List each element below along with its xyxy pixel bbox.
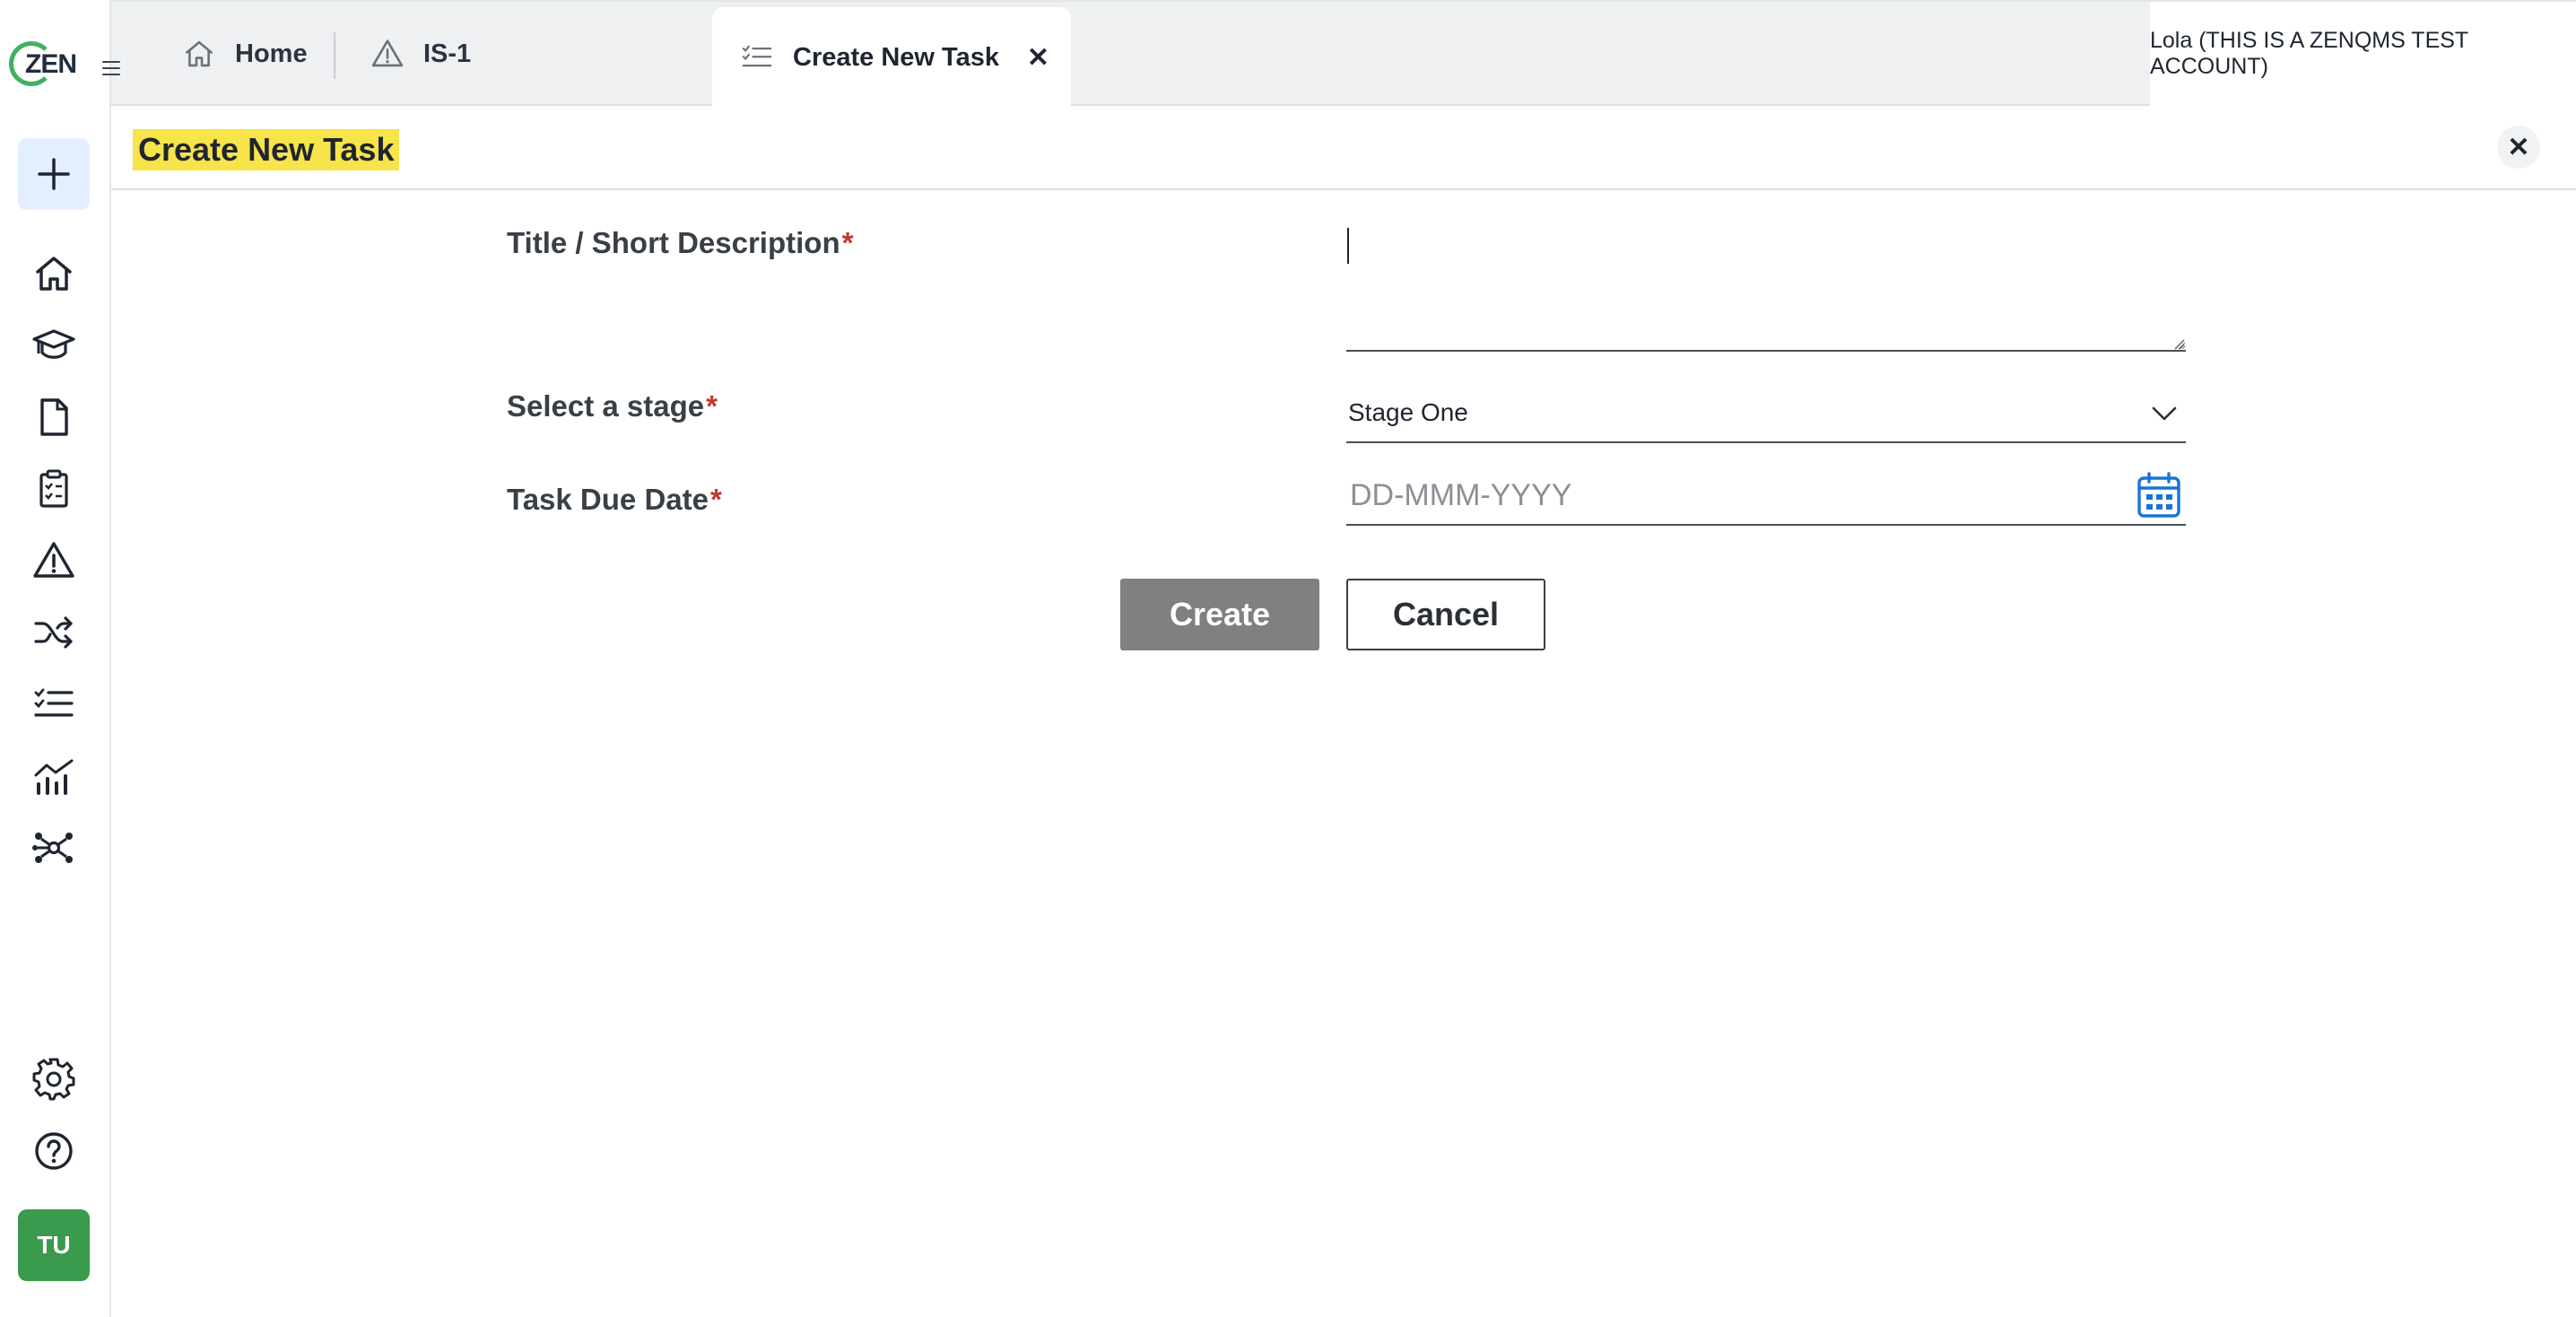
sidebar-item-settings[interactable] [27,1052,81,1106]
sidebar-item-analytics[interactable] [27,749,81,803]
page-title: Create New Task [133,129,400,170]
stage-field-label: Select a stage* [507,389,718,423]
analytics-icon [34,759,74,795]
hamburger-icon [102,61,120,75]
create-button[interactable]: Create [1120,579,1319,650]
due-date-field-label: Task Due Date* [507,483,722,517]
tab-divider [334,32,335,79]
title-textarea[interactable] [1346,217,2186,352]
sidebar-item-documents[interactable] [27,390,81,444]
tab-home[interactable]: Home [181,18,308,90]
user-account-label[interactable]: Lola (THIS IS A ZENQMS TEST ACCOUNT) [2150,2,2576,106]
required-marker: * [709,483,722,516]
shuffle-icon [34,616,73,649]
user-name: Lola (THIS IS A ZENQMS TEST ACCOUNT) [2150,28,2468,79]
text-caret [1347,228,1349,264]
cancel-button[interactable]: Cancel [1346,579,1545,650]
resize-grip-icon[interactable] [2171,336,2185,350]
home-icon [181,36,217,72]
app-logo[interactable]: ZEN [9,39,77,90]
close-page-button[interactable]: ✕ [2497,126,2540,169]
chevron-down-icon [2152,406,2177,421]
required-marker: * [841,226,854,259]
network-icon [32,833,73,863]
sidebar-item-audits[interactable] [27,462,81,516]
task-list-icon [739,39,775,75]
warning-icon [33,542,74,578]
tab-bar: Home IS-1 Create New Task ✕ Lola (THIS I… [111,0,2576,108]
label-text: Task Due Date [507,483,709,516]
sidebar-item-training[interactable] [27,318,81,372]
plus-icon [38,158,70,190]
stage-selected-value: Stage One [1348,398,1468,426]
left-sidebar: ZEN TU [0,0,111,1317]
label-text: Select a stage [507,389,705,423]
due-date-input[interactable] [1346,477,2064,513]
stage-select[interactable]: Stage One [1346,384,2186,443]
tab-close-icon[interactable]: ✕ [1027,42,1049,74]
warning-icon [370,36,405,72]
calendar-icon[interactable] [2136,470,2182,520]
sidebar-item-change[interactable] [27,606,81,659]
sidebar-item-issues[interactable] [27,534,81,588]
label-text: Title / Short Description [507,226,840,259]
clipboard-checklist-icon [39,469,68,508]
tab-label: Create New Task [793,42,999,72]
document-icon [40,398,68,436]
sidebar-item-tasks[interactable] [27,677,81,731]
tab-label: IS-1 [423,39,472,68]
due-date-field[interactable] [1346,467,2186,526]
home-icon [36,257,72,291]
create-new-button[interactable] [18,138,90,210]
page-header: Create New Task ✕ [111,106,2576,190]
user-avatar[interactable]: TU [18,1209,90,1281]
required-marker: * [706,389,718,423]
menu-toggle-button[interactable] [95,52,127,84]
tab-is-1[interactable]: IS-1 [370,18,471,90]
tab-create-new-task[interactable]: Create New Task ✕ [712,7,1071,108]
sidebar-item-home[interactable] [27,247,81,301]
logo-text: ZEN [25,49,77,79]
graduation-cap-icon [32,329,75,359]
title-field-label: Title / Short Description* [507,226,853,260]
sidebar-item-network[interactable] [27,821,81,875]
tab-label: Home [235,39,308,68]
task-list-icon [34,688,74,717]
gear-icon [32,1058,75,1101]
close-icon: ✕ [2507,132,2530,162]
help-icon [35,1132,73,1170]
sidebar-item-help[interactable] [27,1124,81,1178]
